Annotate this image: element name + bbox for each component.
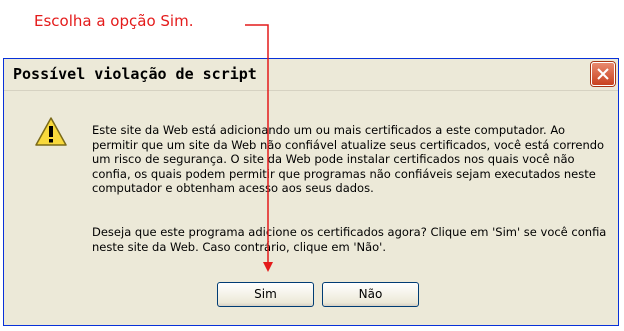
close-button[interactable]: [591, 62, 615, 86]
dialog-question: Deseja que este programa adicione os cer…: [92, 225, 607, 254]
warning-icon: [35, 117, 67, 146]
dialog-title: Possível violação de script: [13, 65, 257, 83]
screenshot: Escolha a opção Sim. Possível violação d…: [0, 0, 624, 331]
dialog-message: Este site da Web está adicionando um ou …: [92, 123, 605, 195]
instruction-annotation: Escolha a opção Sim.: [34, 12, 194, 30]
yes-button[interactable]: Sim: [217, 282, 314, 307]
no-button[interactable]: Não: [322, 282, 419, 307]
close-icon: [597, 68, 609, 80]
script-violation-dialog: Possível violação de script Este site da…: [3, 58, 619, 326]
dialog-titlebar[interactable]: Possível violação de script: [4, 59, 618, 91]
